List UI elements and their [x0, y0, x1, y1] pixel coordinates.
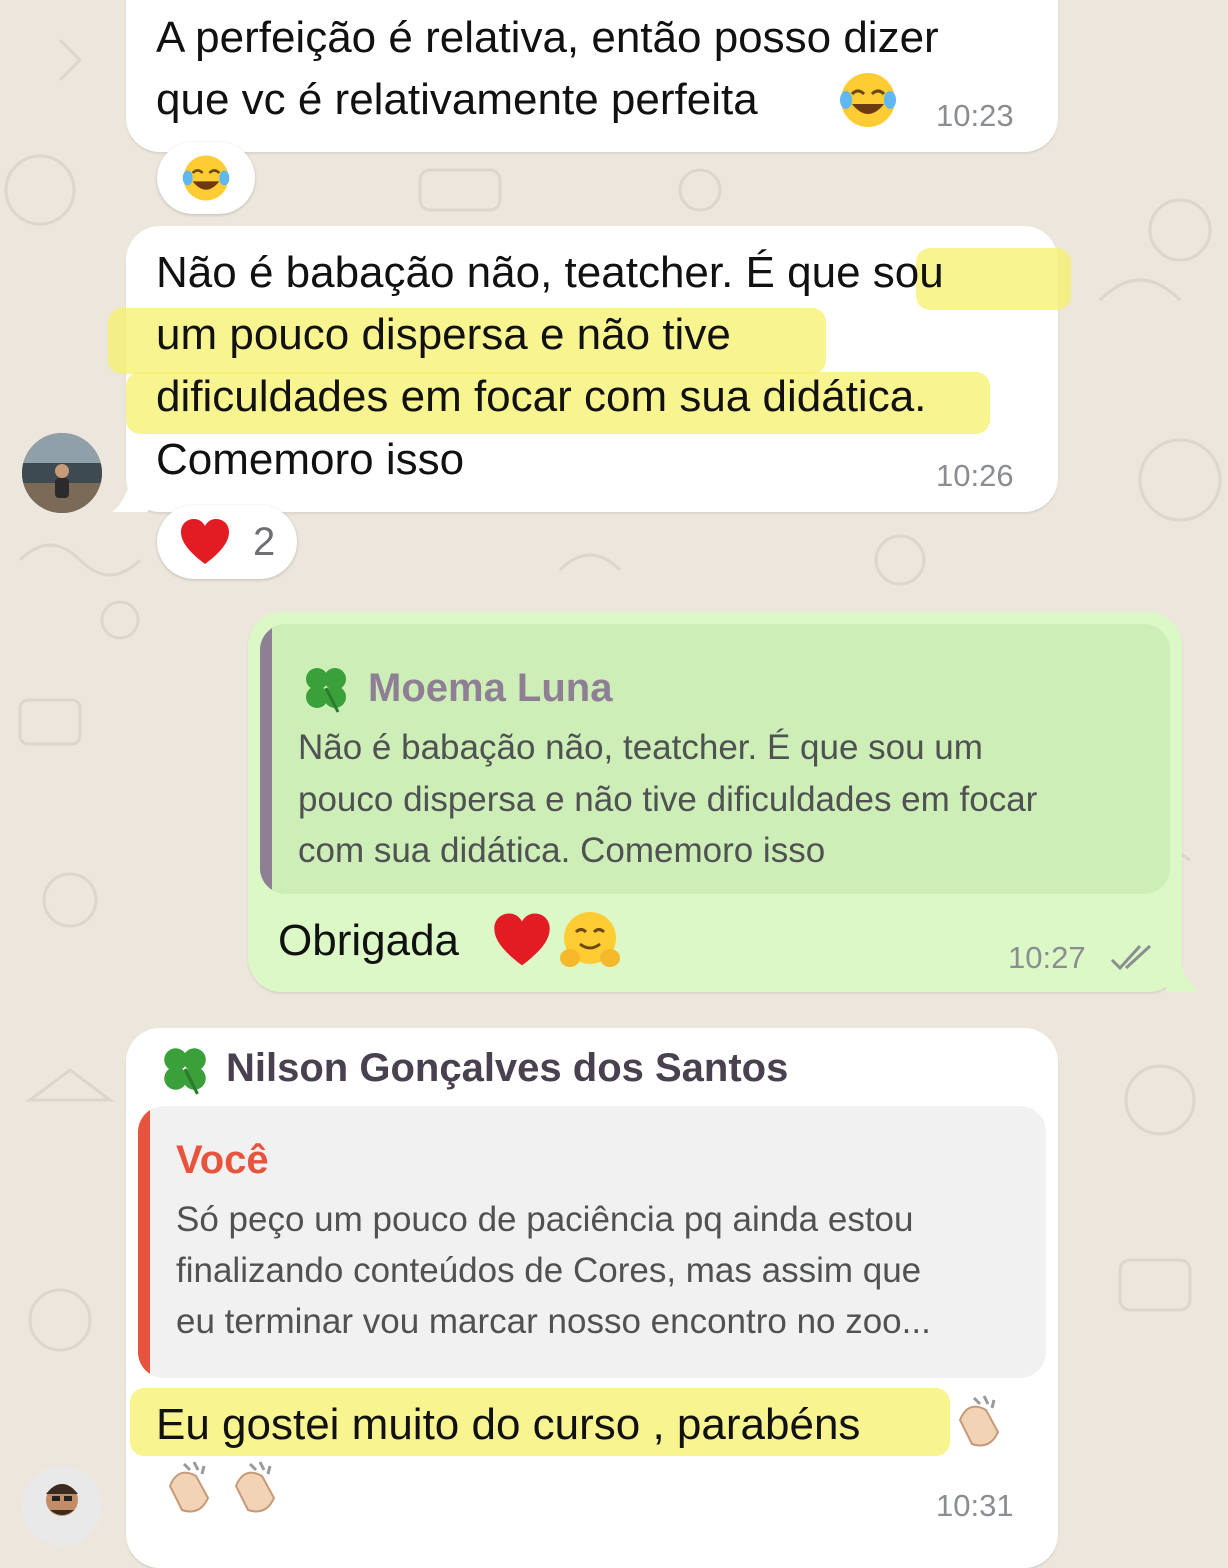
double-check-icon [1110, 944, 1152, 971]
four-leaf-clover-icon [306, 668, 346, 713]
quoted-author: Você [176, 1138, 269, 1182]
message-text: que vc é relativamente perfeita [156, 75, 758, 124]
message-time: 10:26 [936, 458, 1014, 493]
message-text: A perfeição é relativa, então posso dize… [156, 13, 939, 62]
quote-bar [260, 624, 272, 894]
quoted-text: pouco dispersa e não tive dificuldades e… [298, 780, 1038, 819]
bubble-tail [1166, 950, 1200, 992]
quoted-text: eu terminar vou marcar nosso encontro no… [176, 1302, 931, 1341]
reaction-count: 2 [253, 519, 276, 564]
message-bubble-incoming[interactable]: Não é babação não, teatcher. É que sou u… [108, 226, 1071, 512]
message-text: a. [889, 372, 927, 421]
hugging-face-icon [560, 912, 620, 967]
message-bubble-incoming[interactable]: A perfeição é relativa, então posso dize… [126, 0, 1058, 152]
reaction-badge[interactable]: 2 [157, 505, 297, 579]
quoted-text: com sua didática. Comemoro isso [298, 831, 826, 870]
bubble-tail [112, 470, 148, 512]
message-text: Comemoro isso [156, 435, 465, 484]
clapping-hands-icon [168, 1461, 210, 1513]
avatar[interactable] [22, 1466, 102, 1546]
message-text-highlighted: dificuldades em focar com sua didátic [156, 372, 890, 421]
clapping-hands-icon [234, 1461, 276, 1513]
message-time: 10:27 [1008, 940, 1086, 975]
reaction-badge[interactable] [157, 142, 255, 214]
message-text-highlighted: Eu gostei muito do curso , parabéns [156, 1400, 861, 1449]
red-heart-icon [494, 913, 550, 966]
message-text: Não é babação não, teatcher. É que [156, 248, 861, 297]
message-text-highlighted: um pouco dispersa e não tive [156, 310, 731, 359]
quoted-message[interactable]: Moema Luna Não é babação não, teatcher. … [260, 624, 1170, 894]
clapping-hands-icon [958, 1395, 1000, 1447]
message-text-highlighted: sou [872, 248, 944, 297]
quoted-text: finalizando conteúdos de Cores, mas assi… [176, 1251, 922, 1290]
quoted-text: Não é babação não, teatcher. É que sou u… [298, 728, 983, 767]
message-bubble-outgoing[interactable]: Moema Luna Não é babação não, teatcher. … [248, 612, 1182, 992]
red-heart-icon [181, 519, 229, 564]
quote-bar [138, 1106, 150, 1378]
face-with-tears-of-joy-icon [182, 155, 230, 201]
quoted-message[interactable]: Você Só peço um pouco de paciência pq ai… [138, 1106, 1046, 1378]
four-leaf-clover-icon [164, 1048, 206, 1095]
quoted-author: Moema Luna [368, 666, 613, 710]
message-bubble-incoming[interactable]: Nilson Gonçalves dos Santos Você Só peço… [126, 1028, 1058, 1568]
quoted-text: Só peço um pouco de paciência pq ainda e… [176, 1200, 914, 1239]
message-time: 10:23 [936, 98, 1014, 133]
message-text: Obrigada [278, 916, 460, 965]
avatar[interactable] [22, 433, 102, 513]
sender-name[interactable]: Nilson Gonçalves dos Santos [226, 1046, 788, 1091]
face-with-tears-of-joy-icon [840, 73, 896, 127]
message-time: 10:31 [936, 1488, 1014, 1523]
